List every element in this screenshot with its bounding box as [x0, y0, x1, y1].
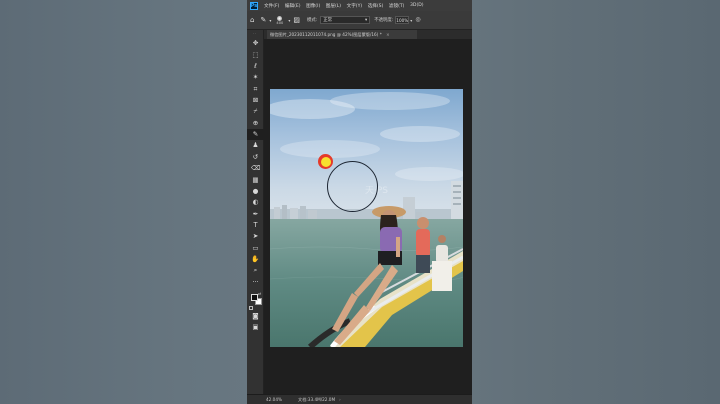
- click-indicator-core: [320, 156, 331, 167]
- frame-tool-icon[interactable]: ⊠: [247, 95, 264, 106]
- menu-edit[interactable]: 编辑(E): [285, 3, 301, 9]
- close-icon[interactable]: ×: [386, 32, 390, 37]
- brush-size-picker[interactable]: 400: [273, 13, 286, 27]
- quick-mask-icon[interactable]: ◙: [247, 311, 264, 322]
- document-tab-bar: 微信图片_20230112011074.png @ 42%(图层蒙版/16) *…: [264, 30, 472, 39]
- healing-brush-icon[interactable]: ⊕: [247, 117, 264, 128]
- brush-settings-icon[interactable]: ▨: [293, 16, 300, 24]
- hand-tool-icon[interactable]: ✋: [247, 254, 264, 265]
- mode-select[interactable]: 正常 ▾: [320, 16, 371, 24]
- status-bar: 42.04% 文档:33.4M/22.0M ›: [247, 394, 472, 404]
- brush-tool-icon[interactable]: ✎: [247, 128, 264, 141]
- chevron-right-icon[interactable]: ›: [339, 397, 341, 402]
- mode-value: 正常: [323, 18, 333, 23]
- color-swatches[interactable]: ⇄: [247, 291, 264, 311]
- document-tab-title: 微信图片_20230112011074.png @ 42%(图层蒙版/16) *: [270, 32, 382, 37]
- foreground-color-swatch[interactable]: [251, 293, 258, 301]
- panel-grip[interactable]: ··: [247, 30, 263, 38]
- swap-colors-icon[interactable]: ⇄: [258, 291, 261, 296]
- pen-tool-icon[interactable]: ✒: [247, 208, 264, 219]
- chevron-down-icon[interactable]: ▾: [269, 18, 271, 23]
- marquee-tool-icon[interactable]: ⬚: [247, 49, 264, 60]
- home-icon[interactable]: ⌂: [250, 16, 254, 24]
- canvas-area[interactable]: 天·PS: [264, 39, 472, 394]
- chevron-down-icon[interactable]: ▾: [410, 18, 412, 23]
- zoom-tool-icon[interactable]: ⌕: [247, 265, 264, 276]
- menu-bar: Ps 文件(F) 编辑(E) 图像(I) 图层(L) 文字(Y) 选择(S) 滤…: [247, 0, 472, 11]
- eyedropper-icon[interactable]: ⌿: [247, 106, 264, 117]
- menu-file[interactable]: 文件(F): [264, 3, 279, 9]
- default-colors-icon[interactable]: [249, 305, 253, 310]
- screen-mode-icon[interactable]: ▣: [247, 322, 264, 333]
- move-tool-icon[interactable]: ✥: [247, 38, 264, 49]
- zoom-readout[interactable]: 42.04%: [247, 397, 282, 402]
- pressure-icon[interactable]: ◎: [415, 17, 420, 23]
- options-bar: ⌂ ✎ ▾ 400 ▾ ▨ 模式: 正常 ▾ 不透明度: 100% ▾ ◎: [247, 11, 472, 30]
- mode-label: 模式:: [306, 18, 318, 23]
- history-brush-icon[interactable]: ↺: [247, 151, 264, 162]
- eraser-icon[interactable]: ⌫: [247, 163, 264, 174]
- path-select-icon[interactable]: ➤: [247, 231, 264, 242]
- blur-icon[interactable]: ●: [247, 185, 264, 196]
- chevron-down-icon[interactable]: ▾: [288, 18, 290, 23]
- type-tool-icon[interactable]: T: [247, 220, 264, 231]
- brush-cursor-outline: [327, 161, 378, 212]
- tools-panel: ·· ✥ ⬚ ℓ ✶ ⌗ ⊠ ⌿ ⊕ ✎ ♟ ↺ ⌫ ▦ ● ◐ ✒ T ➤ ▭ ✋ ⌕ ··· ⇄ ◙ ▣: [247, 30, 264, 394]
- menu-select[interactable]: 选择(S): [368, 3, 384, 9]
- menu-image[interactable]: 图像(I): [306, 3, 320, 9]
- photo-scene: 天·PS: [270, 89, 463, 347]
- gradient-icon[interactable]: ▦: [247, 174, 264, 185]
- document-info[interactable]: 文档:33.4M/22.0M: [298, 397, 335, 403]
- menu-filter[interactable]: 滤镜(T): [389, 3, 405, 9]
- canvas-photo[interactable]: 天·PS: [270, 89, 463, 347]
- click-indicator: [318, 154, 333, 169]
- opacity-label: 不透明度:: [374, 18, 394, 23]
- lasso-tool-icon[interactable]: ℓ: [247, 61, 264, 72]
- more-tools-icon[interactable]: ···: [247, 276, 264, 287]
- dodge-icon[interactable]: ◐: [247, 197, 264, 208]
- clone-stamp-icon[interactable]: ♟: [247, 140, 264, 151]
- brush-size-value: 400: [276, 20, 284, 25]
- ps-logo: Ps: [250, 1, 258, 10]
- menu-layer[interactable]: 图层(L): [326, 3, 341, 9]
- opacity-field[interactable]: 100%: [395, 16, 410, 24]
- crop-tool-icon[interactable]: ⌗: [247, 83, 264, 94]
- chevron-down-icon: ▾: [365, 17, 368, 23]
- document-tab[interactable]: 微信图片_20230112011074.png @ 42%(图层蒙版/16) *…: [267, 30, 417, 39]
- brush-preset-icon[interactable]: ✎: [260, 16, 266, 24]
- menu-type[interactable]: 文字(Y): [347, 3, 363, 9]
- magic-wand-icon[interactable]: ✶: [247, 72, 264, 83]
- shape-tool-icon[interactable]: ▭: [247, 242, 264, 253]
- menu-3d[interactable]: 3D(D): [410, 3, 424, 8]
